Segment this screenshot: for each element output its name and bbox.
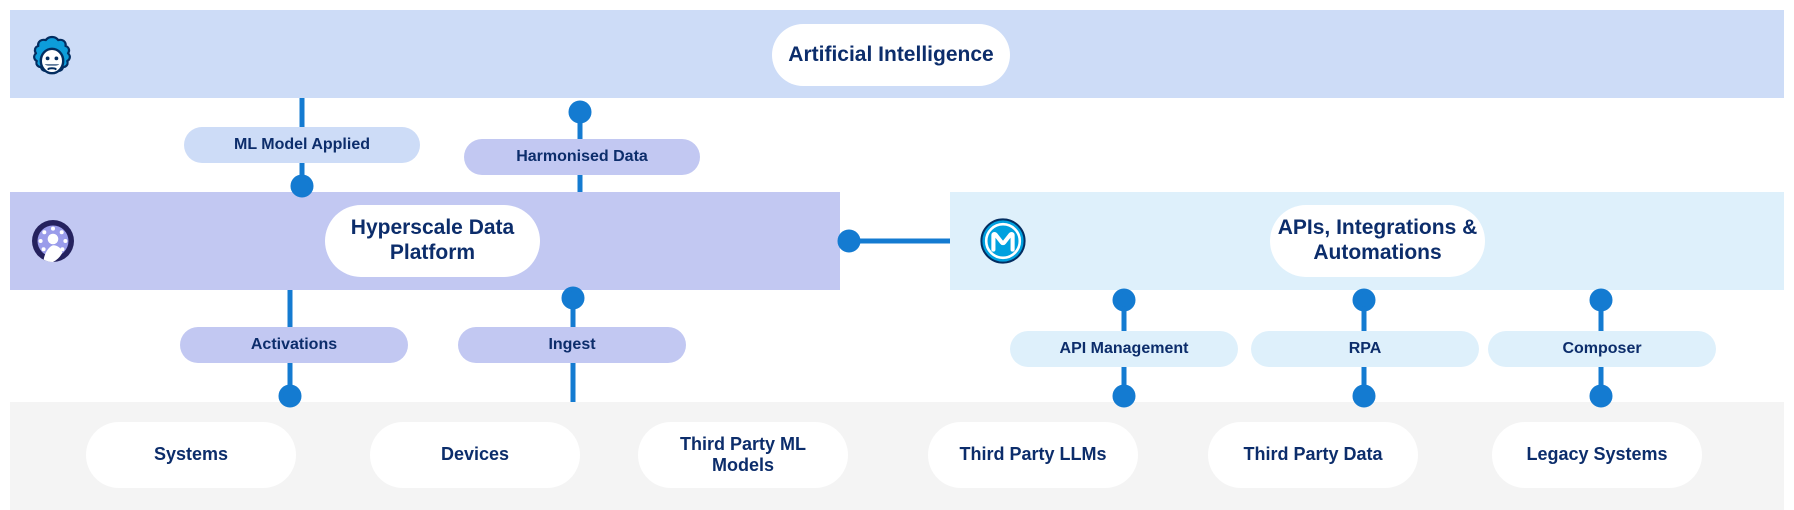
system-card-systems: Systems [86, 422, 296, 488]
system-card-third-party-data: Third Party Data [1208, 422, 1418, 488]
connector-label-ml-model-applied: ML Model Applied [184, 127, 420, 163]
hyperscale-data-platform-title: Hyperscale Data Platform [325, 205, 540, 277]
connector-label-composer: Composer [1488, 331, 1716, 367]
mulesoft-icon [980, 218, 1026, 264]
data-cloud-icon [32, 220, 74, 262]
diagram-canvas: Artificial Intelligence Hyperscale Data … [0, 0, 1794, 510]
connector-label-api-management: API Management [1010, 331, 1238, 367]
connector-label-rpa: RPA [1251, 331, 1479, 367]
system-card-legacy-systems: Legacy Systems [1492, 422, 1702, 488]
apis-integrations-automations-title: APIs, Integrations & Automations [1270, 205, 1485, 277]
connector-label-ingest: Ingest [458, 327, 686, 363]
system-card-third-party-llms: Third Party LLMs [928, 422, 1138, 488]
system-card-third-party-ml-models: Third Party ML Models [638, 422, 848, 488]
artificial-intelligence-title: Artificial Intelligence [772, 24, 1010, 86]
einstein-icon [33, 35, 71, 75]
connector-label-activations: Activations [180, 327, 408, 363]
system-card-devices: Devices [370, 422, 580, 488]
connector-label-harmonised-data: Harmonised Data [464, 139, 700, 175]
